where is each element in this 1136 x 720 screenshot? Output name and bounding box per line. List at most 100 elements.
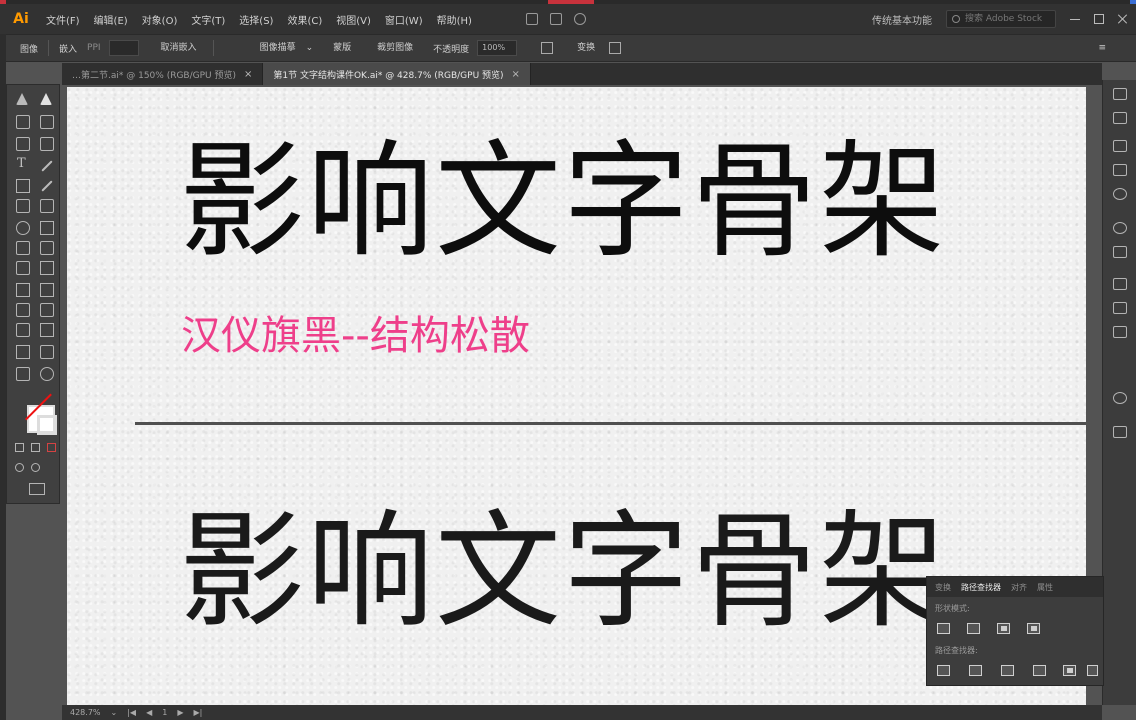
minus-back-icon[interactable] bbox=[1087, 665, 1098, 676]
workspace-switcher[interactable]: 传统基本功能 bbox=[872, 12, 932, 27]
type-tool-icon[interactable]: T bbox=[17, 157, 31, 171]
tab-transform[interactable]: 变换 bbox=[935, 582, 951, 593]
rectangle-tool-icon[interactable] bbox=[16, 179, 30, 193]
intersect-icon[interactable] bbox=[997, 623, 1010, 634]
column-graph-icon[interactable] bbox=[40, 323, 54, 337]
swatches-icon[interactable] bbox=[1113, 140, 1127, 152]
artboards-icon[interactable] bbox=[1113, 326, 1127, 338]
document-tab-active[interactable]: 第1节 文字结构课件OK.ai* @ 428.7% (RGB/GPU 预览) × bbox=[263, 63, 531, 85]
artboard-number[interactable]: 1 bbox=[162, 708, 167, 717]
menu-effect[interactable]: 效果(C) bbox=[287, 12, 322, 27]
align-icon[interactable] bbox=[541, 42, 554, 54]
close-tab-icon[interactable]: × bbox=[512, 69, 520, 80]
gradient-mode-icon[interactable] bbox=[31, 443, 40, 452]
tab-properties[interactable]: 属性 bbox=[1037, 582, 1053, 593]
crop-icon[interactable] bbox=[1033, 665, 1046, 676]
artboard-heading-sample[interactable]: 影响文字骨架 bbox=[179, 497, 947, 647]
arrange-documents-icon[interactable] bbox=[549, 13, 562, 25]
first-artboard-icon[interactable]: |◀ bbox=[127, 708, 136, 717]
close-tab-icon[interactable]: × bbox=[244, 69, 252, 80]
unite-icon[interactable] bbox=[937, 623, 950, 634]
lasso-icon[interactable] bbox=[40, 115, 54, 129]
brushes-icon[interactable] bbox=[1113, 164, 1127, 176]
crop-image-button[interactable]: 裁剪图像 bbox=[371, 39, 419, 57]
menu-select[interactable]: 选择(S) bbox=[239, 12, 273, 27]
color-mode-icon[interactable] bbox=[15, 443, 24, 452]
menu-window[interactable]: 窗口(W) bbox=[385, 12, 423, 27]
selection-tool-icon[interactable] bbox=[16, 93, 28, 105]
artboard-subtitle[interactable]: 汉仪旗黑--结构松散 bbox=[181, 311, 530, 361]
mask-button[interactable]: 蒙版 bbox=[327, 39, 357, 57]
color-panel-icon[interactable] bbox=[1113, 88, 1127, 100]
width-tool-icon[interactable] bbox=[16, 241, 30, 255]
stroke-swatch[interactable] bbox=[37, 415, 57, 435]
document-tab[interactable]: …第二节.ai* @ 150% (RGB/GPU 预览) × bbox=[62, 63, 264, 85]
screen-mode-icon[interactable] bbox=[29, 483, 45, 495]
next-artboard-icon[interactable]: ▶ bbox=[177, 708, 183, 717]
color-guide-icon[interactable] bbox=[1113, 112, 1127, 124]
none-mode-icon[interactable] bbox=[47, 443, 56, 452]
gradient-tool-icon[interactable] bbox=[40, 283, 54, 297]
outline-icon[interactable] bbox=[1063, 665, 1076, 676]
minus-front-icon[interactable] bbox=[967, 623, 980, 634]
stock-search-input[interactable]: 搜索 Adobe Stock bbox=[946, 10, 1056, 28]
trim-icon[interactable] bbox=[969, 665, 982, 676]
mesh-tool-icon[interactable] bbox=[16, 283, 30, 297]
eraser-icon[interactable] bbox=[40, 199, 54, 213]
gradient-panel-icon[interactable] bbox=[1113, 246, 1127, 258]
image-trace-button[interactable]: 图像描摹 bbox=[254, 39, 302, 57]
gpu-rocket-icon[interactable] bbox=[573, 13, 586, 25]
tab-pathfinder[interactable]: 路径查找器 bbox=[961, 582, 1001, 593]
hand-tool-icon[interactable] bbox=[16, 367, 30, 381]
panel-menu-icon[interactable]: ≡ bbox=[1098, 43, 1106, 53]
symbols-icon[interactable] bbox=[1113, 188, 1127, 200]
stroke-icon[interactable] bbox=[1113, 222, 1127, 234]
slice-tool-icon[interactable] bbox=[40, 345, 54, 359]
direct-selection-tool-icon[interactable] bbox=[40, 93, 52, 105]
pen-tool-icon[interactable] bbox=[16, 137, 30, 151]
merge-icon[interactable] bbox=[1001, 665, 1014, 676]
blend-tool-icon[interactable] bbox=[40, 303, 54, 317]
maximize-icon[interactable] bbox=[1094, 14, 1104, 24]
menu-type[interactable]: 文字(T) bbox=[191, 12, 225, 27]
minimize-icon[interactable] bbox=[1070, 14, 1080, 24]
appearance-icon[interactable] bbox=[1113, 392, 1127, 404]
curvature-tool-icon[interactable] bbox=[40, 137, 54, 151]
perspective-grid-icon[interactable] bbox=[40, 261, 54, 275]
unembed-button[interactable]: 取消嵌入 bbox=[155, 39, 203, 57]
scale-tool-icon[interactable] bbox=[40, 221, 54, 235]
divide-icon[interactable] bbox=[937, 665, 950, 676]
zoom-tool-icon[interactable] bbox=[40, 367, 54, 381]
shape-builder-icon[interactable] bbox=[16, 261, 30, 275]
zoom-level[interactable]: 428.7% bbox=[70, 708, 101, 717]
opacity-field[interactable]: 100% bbox=[477, 40, 518, 56]
menu-file[interactable]: 文件(F) bbox=[46, 12, 80, 27]
bridge-icon[interactable] bbox=[525, 13, 538, 25]
symbol-sprayer-icon[interactable] bbox=[16, 323, 30, 337]
artboard-heading[interactable]: 影响文字骨架 bbox=[179, 127, 947, 277]
export-icon[interactable] bbox=[1113, 302, 1127, 314]
artboard-tool-icon[interactable] bbox=[16, 345, 30, 359]
prev-artboard-icon[interactable]: ◀ bbox=[146, 708, 152, 717]
isolate-icon[interactable] bbox=[609, 42, 622, 54]
draw-behind-icon[interactable] bbox=[31, 463, 40, 472]
shaper-tool-icon[interactable] bbox=[16, 199, 30, 213]
close-icon[interactable] bbox=[1118, 14, 1128, 24]
eyedropper-icon[interactable] bbox=[16, 303, 30, 317]
exclude-icon[interactable] bbox=[1027, 623, 1040, 634]
layers-icon[interactable] bbox=[1113, 278, 1127, 290]
chevron-down-icon[interactable]: ⌄ bbox=[111, 708, 118, 717]
puppet-warp-icon[interactable] bbox=[40, 241, 54, 255]
chevron-down-icon[interactable]: ⌄ bbox=[306, 43, 314, 53]
tab-align[interactable]: 对齐 bbox=[1011, 582, 1027, 593]
artboard-divider-line[interactable] bbox=[135, 422, 1086, 425]
draw-normal-icon[interactable] bbox=[15, 463, 24, 472]
paintbrush-icon[interactable] bbox=[41, 180, 53, 192]
menu-edit[interactable]: 编辑(E) bbox=[94, 12, 128, 27]
menu-help[interactable]: 帮助(H) bbox=[437, 12, 472, 27]
line-tool-icon[interactable] bbox=[41, 160, 53, 172]
graphic-styles-icon[interactable] bbox=[1113, 426, 1127, 438]
rotate-tool-icon[interactable] bbox=[16, 221, 30, 235]
menu-object[interactable]: 对象(O) bbox=[142, 12, 178, 27]
magic-wand-icon[interactable] bbox=[16, 115, 30, 129]
